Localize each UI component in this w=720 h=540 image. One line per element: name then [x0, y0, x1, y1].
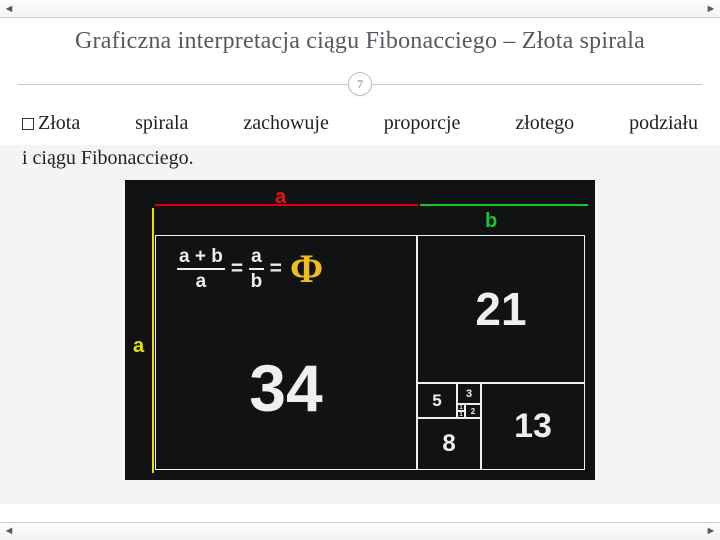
- label-a-top: a: [275, 186, 286, 209]
- bullet-line-1: Złota spirala zachowuje proporcje złoteg…: [22, 107, 698, 139]
- bullet-word-5: złotego: [515, 107, 574, 139]
- nav-next-bottom-icon[interactable]: ►: [704, 524, 718, 538]
- segment-a-vertical-line: [152, 208, 154, 473]
- square-8: 8: [417, 418, 481, 470]
- bullet-word-2: spirala: [135, 107, 188, 139]
- slide-number-badge: 7: [348, 72, 372, 96]
- bullet-word-1: Złota: [38, 112, 80, 134]
- segment-b-line: [420, 204, 588, 206]
- slide-title: Graficzna interpretacja ciągu Fibonaccie…: [0, 28, 720, 55]
- square-2: 2: [465, 404, 481, 418]
- slide-title-text: Graficzna interpretacja ciągu Fibonaccie…: [75, 28, 645, 54]
- square-13: 13: [481, 383, 585, 470]
- bullet-word-4: proporcje: [384, 107, 461, 139]
- nav-next-top-icon[interactable]: ►: [704, 2, 718, 16]
- square-34: 34: [155, 235, 417, 470]
- nav-prev-top-icon[interactable]: ◄: [2, 2, 16, 16]
- bullet-line-2: i ciągu Fibonacciego.: [22, 145, 698, 170]
- fibonacci-squares: 34 21 13 8 5 3 2 1 1: [155, 235, 585, 470]
- bullet-word-3: zachowuje: [243, 107, 329, 139]
- square-5: 5: [417, 383, 457, 418]
- square-21: 21: [417, 235, 585, 383]
- square-1a: 1: [457, 404, 465, 411]
- square-34-label: 34: [249, 350, 322, 426]
- bullet-text-start: Złota: [22, 107, 80, 139]
- body-text: Złota spirala zachowuje proporcje złoteg…: [0, 107, 720, 139]
- square-3: 3: [457, 383, 481, 404]
- top-toolbar: [0, 0, 720, 18]
- bullet-icon: [22, 118, 34, 130]
- lower-content: i ciągu Fibonacciego. a b a a + b a = a: [0, 145, 720, 504]
- nav-prev-bottom-icon[interactable]: ◄: [2, 524, 16, 538]
- segment-a-line: [155, 204, 418, 206]
- bottom-toolbar: [0, 522, 720, 540]
- figure-bg: a b a a + b a = a b = Φ: [125, 180, 595, 480]
- label-b-top: b: [485, 210, 497, 233]
- slide: Graficzna interpretacja ciągu Fibonaccie…: [0, 18, 720, 522]
- slide-number-row: 7: [0, 71, 720, 97]
- square-1b: 1: [457, 411, 465, 418]
- squares-grid: 34 21 13 8 5 3 2 1 1: [155, 235, 585, 470]
- bullet-word-6: podziału: [629, 107, 698, 139]
- label-a-left: a: [133, 335, 144, 358]
- figure: a b a a + b a = a b = Φ: [125, 180, 595, 480]
